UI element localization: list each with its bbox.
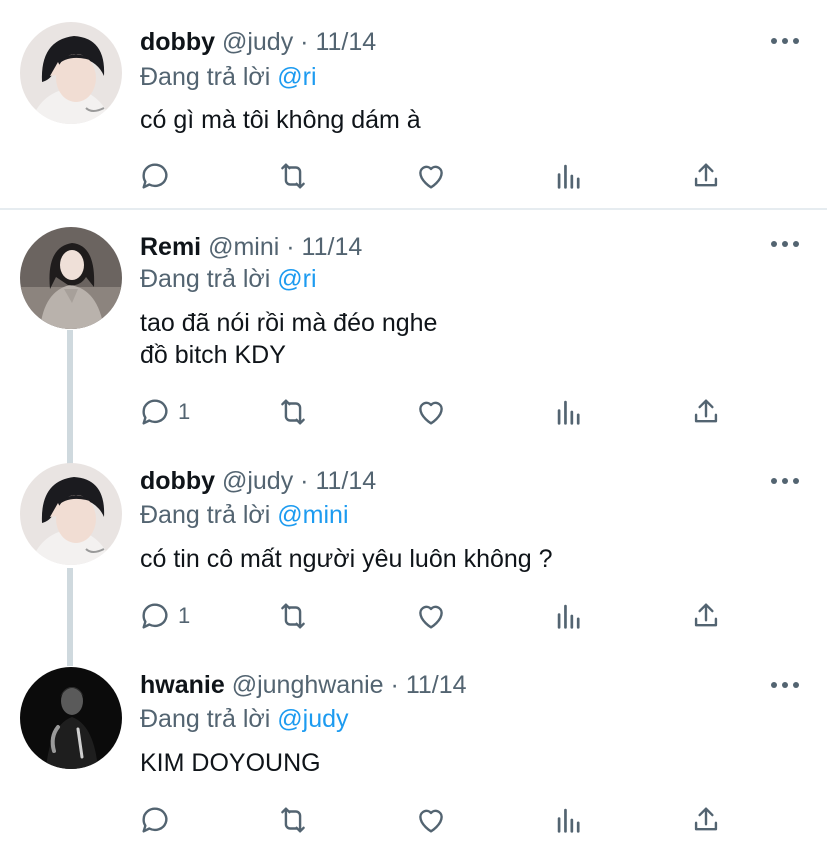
more-icon[interactable] (771, 241, 799, 249)
retweet-icon (281, 807, 305, 833)
tweet-header: dobby @judy · 11/14 (140, 27, 376, 57)
share-icon (694, 603, 718, 627)
tweet[interactable]: hwanie @junghwanie · 11/14 Đang trả lời … (0, 645, 827, 850)
analytics-button[interactable] (552, 392, 586, 432)
like-button[interactable] (414, 596, 448, 636)
replying-to: Đang trả lời @ri (140, 62, 317, 92)
replying-to: Đang trả lời @ri (140, 264, 317, 294)
display-name[interactable]: dobby (140, 467, 215, 495)
avatar-image (20, 227, 122, 329)
share-icon (694, 163, 718, 187)
tweet[interactable]: dobby @judy · 11/14 Đang trả lời @ri có … (0, 0, 827, 208)
replying-to-label: Đang trả lời (140, 265, 271, 293)
timestamp[interactable]: 11/14 (315, 28, 376, 56)
replying-to-label: Đang trả lời (140, 63, 271, 91)
analytics-icon (557, 604, 580, 629)
like-button[interactable] (414, 392, 448, 432)
heart-icon (419, 605, 443, 629)
more-icon[interactable] (771, 478, 799, 486)
more-icon[interactable] (771, 682, 799, 690)
reply-count: 1 (178, 603, 191, 628)
separator: · (390, 671, 399, 699)
reply-button[interactable] (138, 156, 178, 196)
retweet-button[interactable] (276, 156, 310, 196)
separator: · (300, 28, 309, 56)
heart-icon (419, 401, 443, 425)
analytics-icon (557, 400, 580, 425)
share-icon (694, 399, 718, 423)
mention-link[interactable]: @ri (277, 63, 316, 91)
reply-icon (142, 163, 168, 189)
timestamp[interactable]: 11/14 (406, 671, 467, 699)
reply-icon (142, 603, 168, 629)
share-button[interactable] (689, 596, 723, 636)
mention-link[interactable]: @ri (277, 265, 316, 293)
tweet-header: dobby @judy · 11/14 (140, 466, 376, 496)
retweet-button[interactable] (276, 392, 310, 432)
username[interactable]: @mini (208, 233, 279, 261)
avatar-image (20, 667, 122, 769)
analytics-icon (557, 164, 580, 189)
avatar[interactable] (20, 667, 122, 769)
reply-button[interactable]: 1 (138, 596, 190, 636)
reply-count: 1 (178, 399, 191, 424)
username[interactable]: @judy (222, 467, 293, 495)
username[interactable]: @junghwanie (232, 671, 384, 699)
replying-to-label: Đang trả lời (140, 501, 271, 529)
tweet-header: Remi @mini · 11/14 (140, 232, 362, 262)
reply-button[interactable] (138, 800, 178, 840)
tweet-text: có tin cô mất người yêu luôn không ? (140, 545, 553, 573)
retweet-button[interactable] (276, 596, 310, 636)
tweet-text: KIM DOYOUNG (140, 749, 321, 777)
analytics-button[interactable] (552, 596, 586, 636)
tweet[interactable]: dobby @judy · 11/14 Đang trả lời @mini c… (0, 441, 827, 651)
display-name[interactable]: Remi (140, 233, 201, 261)
reply-button[interactable]: 1 (138, 392, 190, 432)
separator: · (300, 467, 309, 495)
avatar[interactable] (20, 227, 122, 329)
timestamp[interactable]: 11/14 (302, 233, 363, 261)
mention-link[interactable]: @judy (277, 705, 348, 733)
reply-icon (142, 807, 168, 833)
avatar-image (20, 22, 122, 124)
tweet-text: có gì mà tôi không dám à (140, 106, 421, 134)
share-icon (694, 807, 718, 831)
retweet-icon (281, 163, 305, 189)
avatar[interactable] (20, 22, 122, 124)
separator: · (286, 233, 295, 261)
reply-icon (142, 399, 168, 425)
analytics-button[interactable] (552, 800, 586, 840)
share-button[interactable] (689, 800, 723, 840)
analytics-icon (557, 808, 580, 833)
heart-icon (419, 809, 443, 833)
share-button[interactable] (689, 392, 723, 432)
replying-to-label: Đang trả lời (140, 705, 271, 733)
replying-to: Đang trả lời @judy (140, 704, 349, 734)
heart-icon (419, 165, 443, 189)
like-button[interactable] (414, 800, 448, 840)
mention-link[interactable]: @mini (277, 501, 348, 529)
timestamp[interactable]: 11/14 (315, 467, 376, 495)
display-name[interactable]: hwanie (140, 671, 225, 699)
retweet-icon (281, 399, 305, 425)
tweet-header: hwanie @junghwanie · 11/14 (140, 670, 467, 700)
share-button[interactable] (689, 156, 723, 196)
username[interactable]: @judy (222, 28, 293, 56)
tweet-text: tao đã nói rồi mà đéo nghe đồ bitch KDY (140, 309, 438, 369)
retweet-button[interactable] (276, 800, 310, 840)
retweet-icon (281, 603, 305, 629)
analytics-button[interactable] (552, 156, 586, 196)
avatar[interactable] (20, 463, 122, 565)
like-button[interactable] (414, 156, 448, 196)
display-name[interactable]: dobby (140, 28, 215, 56)
avatar-image (20, 463, 122, 565)
tweet[interactable]: Remi @mini · 11/14 Đang trả lời @ri tao … (0, 203, 827, 443)
more-icon[interactable] (771, 38, 799, 46)
replying-to: Đang trả lời @mini (140, 500, 349, 530)
